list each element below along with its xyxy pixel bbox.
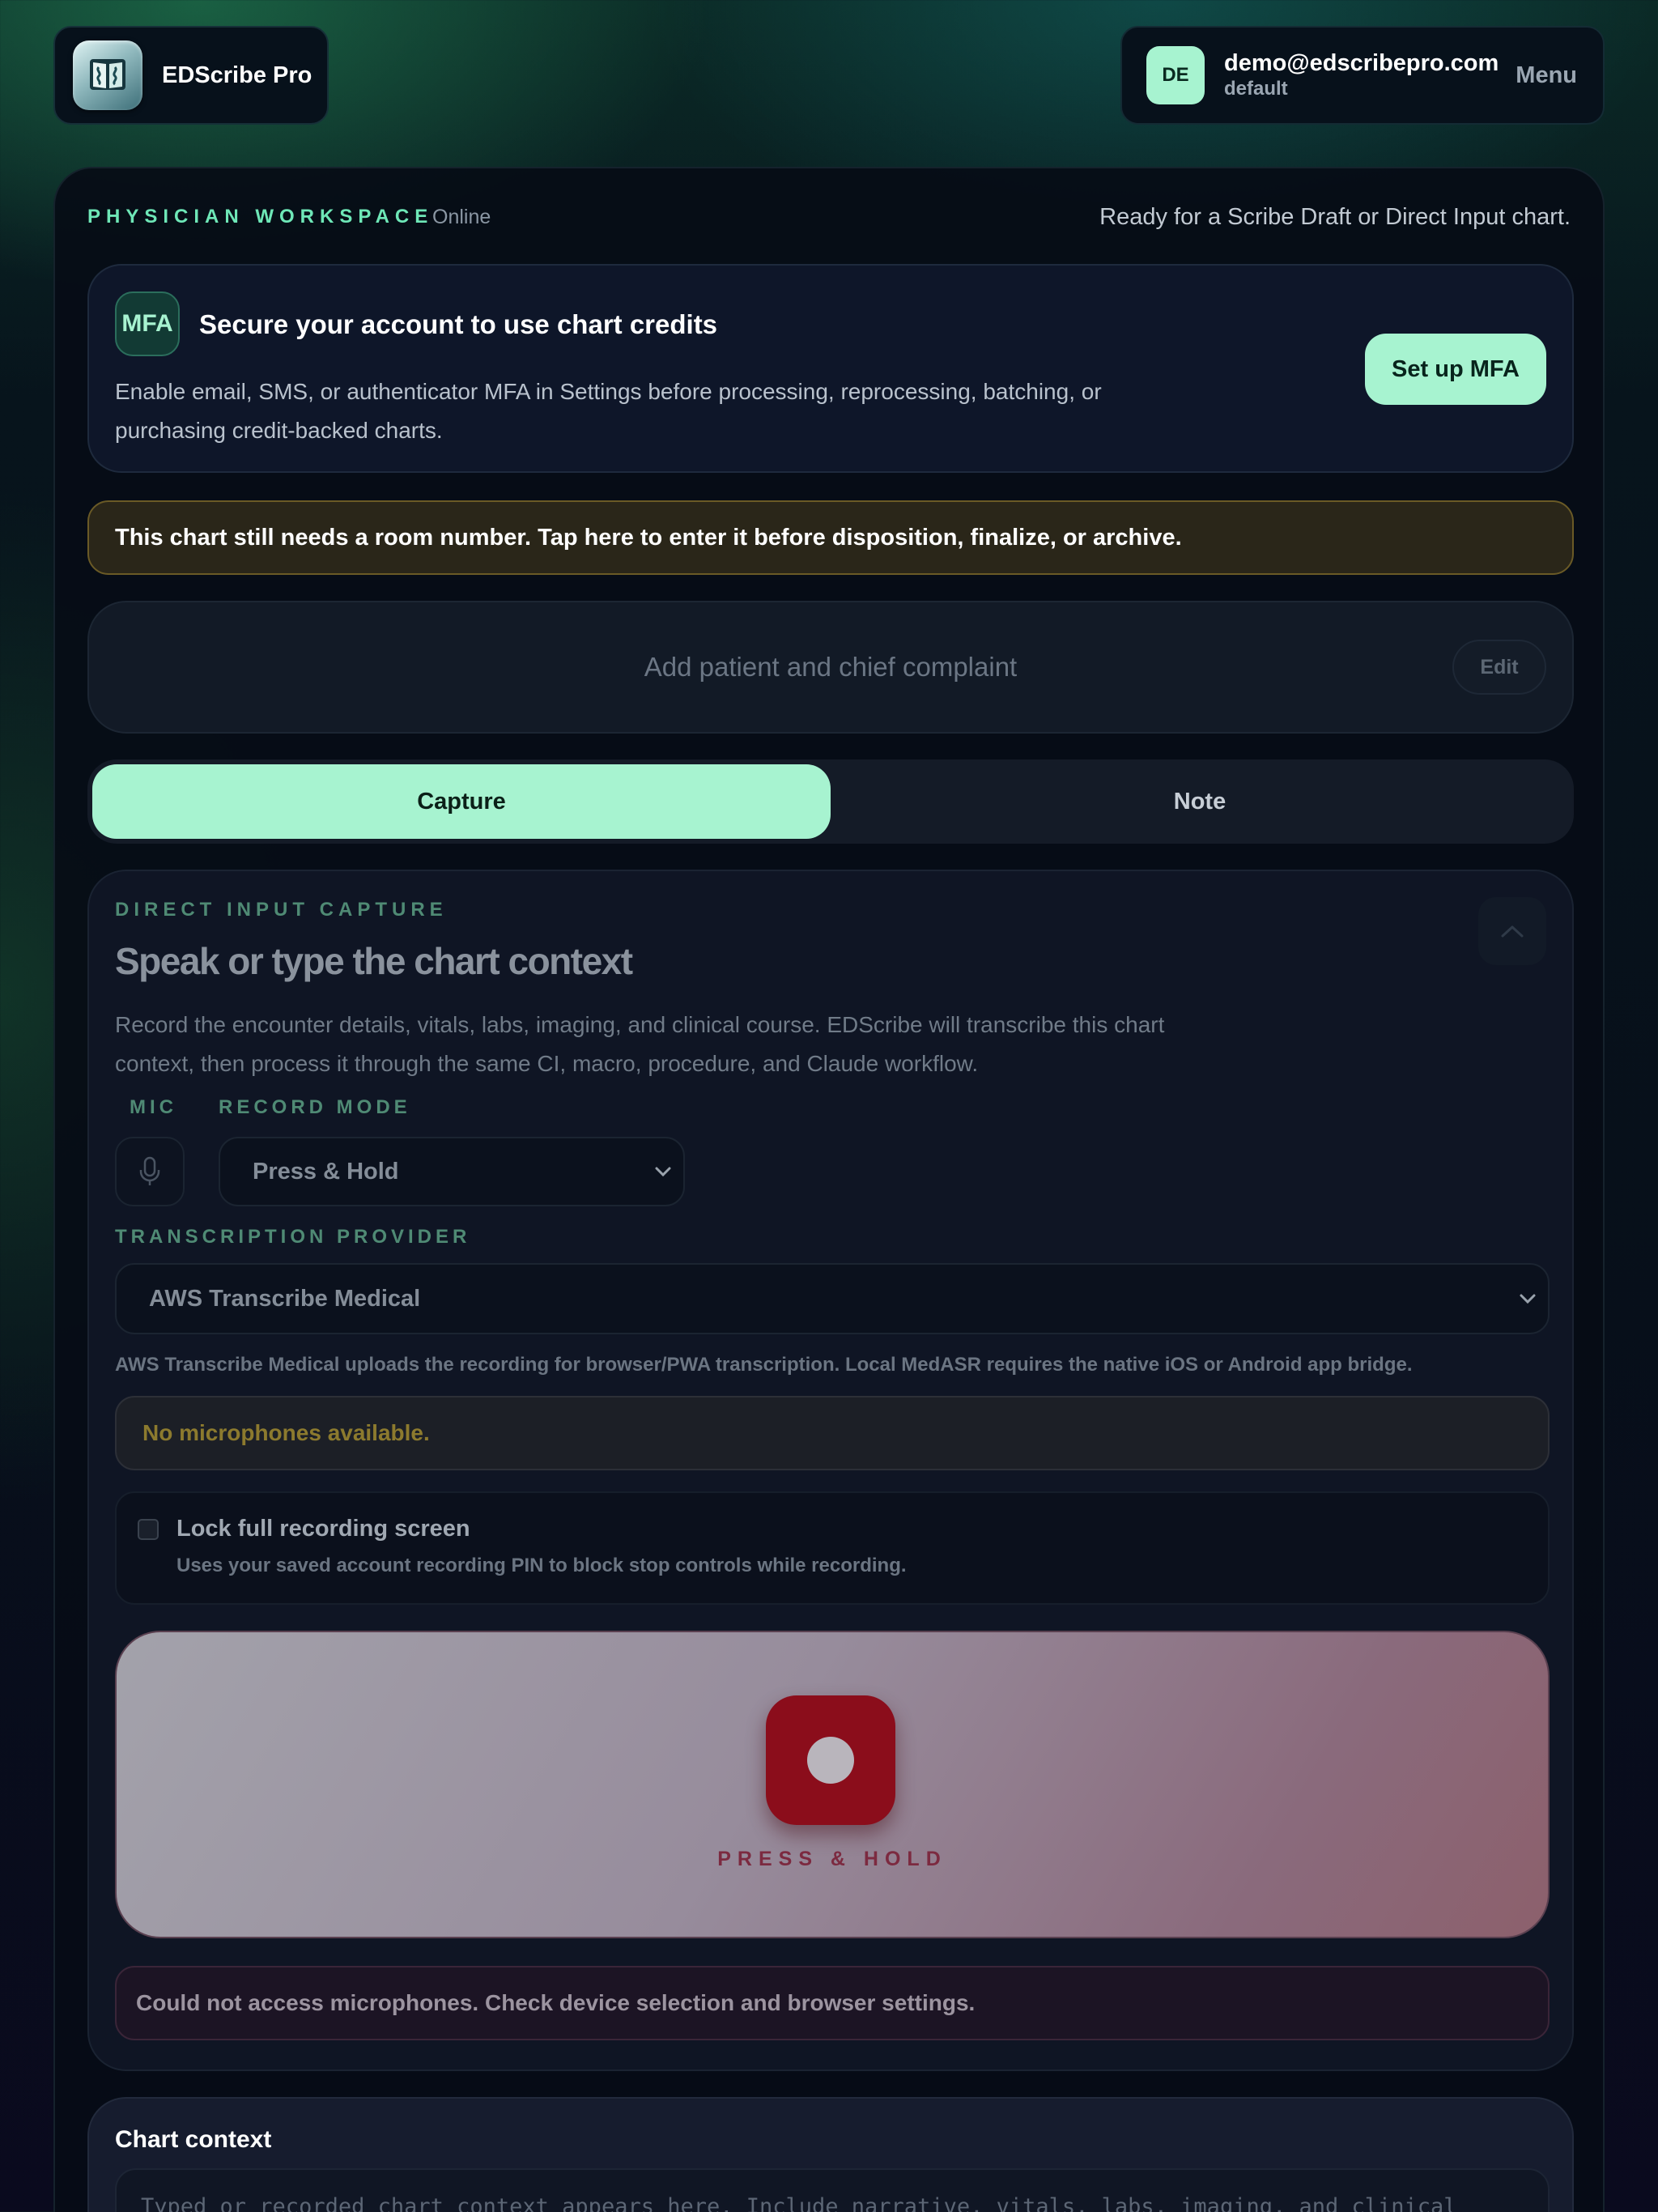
tab-capture[interactable]: Capture — [92, 764, 831, 839]
avatar[interactable]: DE — [1146, 46, 1205, 104]
collapse-button[interactable] — [1478, 897, 1546, 965]
mfa-badge: MFA — [115, 291, 180, 356]
record-mode-value: Press & Hold — [253, 1158, 399, 1185]
direct-input-capture-card: DIRECT INPUT CAPTURE Speak or type the c… — [87, 870, 1574, 2071]
microphone-icon — [139, 1156, 160, 1185]
brand-name: EDScribe Pro — [162, 62, 312, 88]
chart-context-title: Chart context — [115, 2126, 272, 2153]
record-mode-label: RECORD MODE — [219, 1096, 411, 1118]
provider-select[interactable]: AWS Transcribe Medical — [115, 1263, 1550, 1334]
record-mode-hint: PRESS & HOLD — [717, 1848, 947, 1870]
record-mode-select[interactable]: Press & Hold — [219, 1137, 685, 1206]
brand-badge[interactable]: EDScribe Pro — [53, 26, 329, 125]
ready-status: Ready for a Scribe Draft or Direct Input… — [1099, 204, 1571, 230]
chevron-up-icon — [1501, 925, 1524, 938]
patient-placeholder: Add patient and chief complaint — [644, 652, 1018, 682]
connection-status: Online — [432, 206, 491, 228]
chart-context-input[interactable] — [115, 2168, 1550, 2212]
no-microphones-notice: No microphones available. — [115, 1396, 1550, 1470]
record-area[interactable]: PRESS & HOLD — [115, 1631, 1550, 1938]
lock-recording-checkbox[interactable] — [138, 1519, 159, 1540]
mic-label: MIC — [130, 1096, 177, 1118]
microphone-error: Could not access microphones. Check devi… — [115, 1966, 1550, 2040]
chart-context-card: Chart context — [87, 2097, 1574, 2212]
menu-button[interactable]: Menu — [1516, 62, 1577, 89]
account-panel: DE demo@edscribepro.com default Menu — [1120, 26, 1605, 125]
provider-help-text: AWS Transcribe Medical uploads the recor… — [115, 1354, 1413, 1376]
setup-mfa-button[interactable]: Set up MFA — [1365, 334, 1546, 405]
mfa-title: Secure your account to use chart credits — [199, 309, 718, 339]
chevron-down-icon — [1520, 1294, 1536, 1304]
edit-patient-button[interactable]: Edit — [1452, 640, 1546, 695]
mfa-card: MFA Secure your account to use chart cre… — [87, 264, 1574, 473]
patient-card[interactable]: Add patient and chief complaint Edit — [87, 601, 1574, 734]
lock-recording-option[interactable]: Lock full recording screen Uses your sav… — [115, 1491, 1550, 1605]
room-number-warning[interactable]: This chart still needs a room number. Ta… — [87, 500, 1574, 575]
chevron-down-icon — [655, 1167, 671, 1177]
account-email: demo@edscribepro.com — [1224, 50, 1499, 76]
provider-label: TRANSCRIPTION PROVIDER — [115, 1226, 471, 1248]
physician-workspace: PHYSICIAN WORKSPACE Online Ready for a S… — [53, 167, 1605, 2212]
capture-kicker: DIRECT INPUT CAPTURE — [115, 899, 448, 921]
workspace-label: PHYSICIAN WORKSPACE — [87, 206, 434, 228]
mfa-description: Enable email, SMS, or authenticator MFA … — [115, 379, 1102, 443]
account-role: default — [1224, 78, 1288, 100]
view-tabs: Capture Note — [87, 759, 1574, 844]
lock-recording-subtitle: Uses your saved account recording PIN to… — [176, 1555, 907, 1576]
book-logo-icon — [73, 40, 142, 110]
tab-note[interactable]: Note — [831, 764, 1569, 839]
mic-select-button[interactable] — [115, 1137, 185, 1206]
record-button[interactable] — [766, 1695, 895, 1825]
lock-recording-title: Lock full recording screen — [176, 1516, 470, 1542]
capture-description: Record the encounter details, vitals, la… — [115, 1012, 1165, 1076]
provider-value: AWS Transcribe Medical — [149, 1285, 421, 1312]
capture-title: Speak or type the chart context — [115, 940, 633, 982]
record-dot-icon — [807, 1737, 854, 1784]
